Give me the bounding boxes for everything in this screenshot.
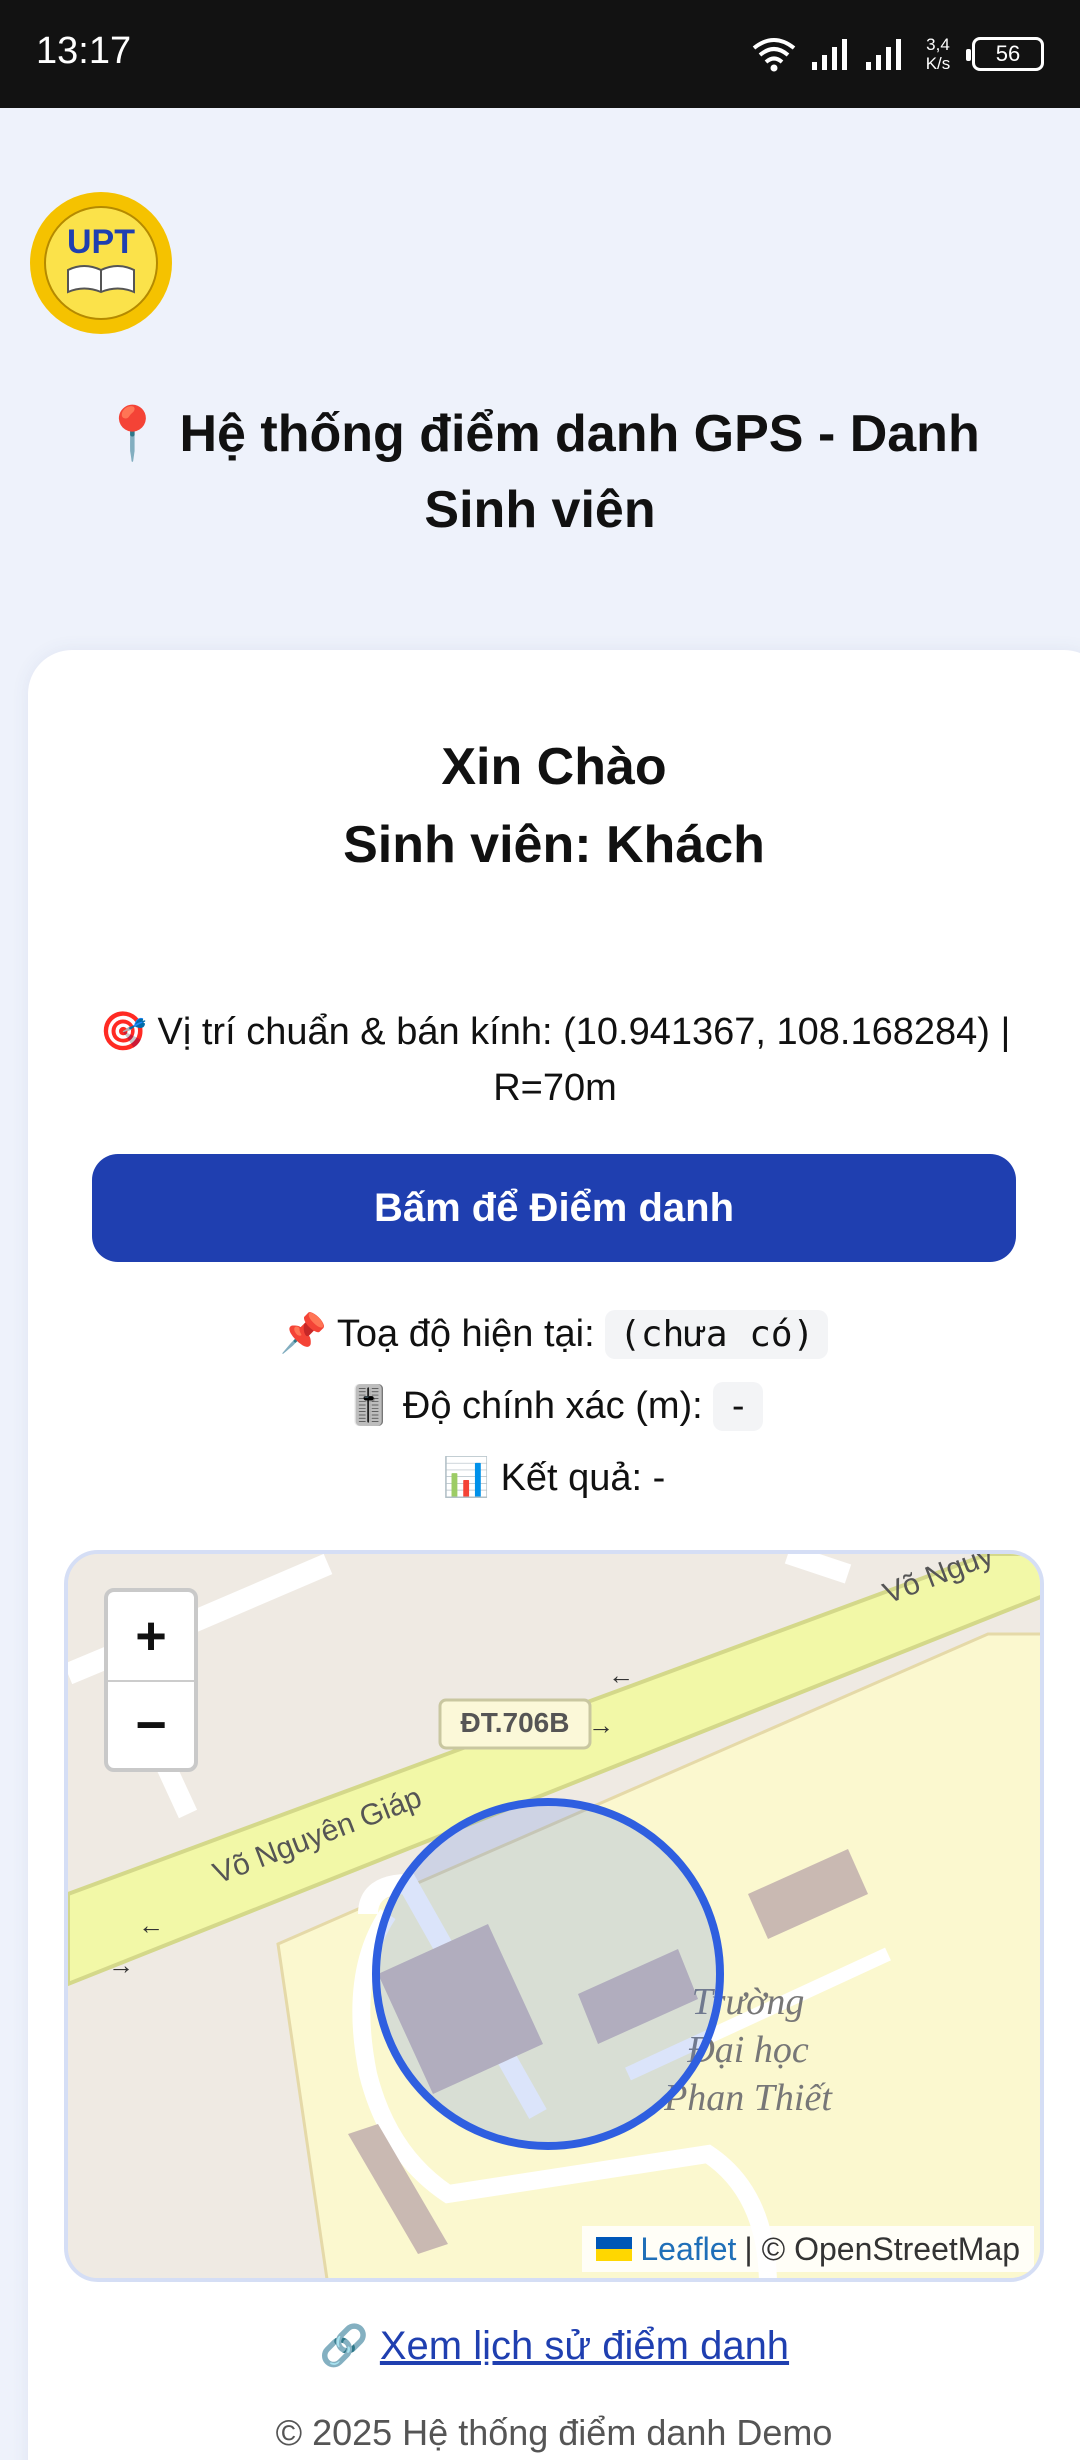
road-badge-label: ĐT.706B bbox=[461, 1707, 570, 1738]
footer: © 2025 Hệ thống điểm danh Demo bbox=[275, 2412, 833, 2453]
target-icon: 🎯 bbox=[99, 1011, 147, 1053]
map-attribution: Leaflet | © OpenStreetMap bbox=[582, 2226, 1034, 2272]
ukraine-flag-icon bbox=[596, 2237, 633, 2261]
university-logo: UPT bbox=[30, 192, 172, 334]
checkin-button[interactable]: Bấm để Điểm danh bbox=[92, 1154, 1016, 1262]
current-coords: 📌 Toạ độ hiện tại: (chưa có) bbox=[28, 1306, 1080, 1363]
accuracy-label: Độ chính xác (m): bbox=[402, 1385, 703, 1427]
road-badge: ĐT.706B bbox=[438, 1698, 592, 1750]
svg-text:←: ← bbox=[138, 1910, 164, 1940]
result: 📊 Kết quả: - bbox=[28, 1450, 1080, 1506]
signal-icon-1 bbox=[812, 39, 847, 70]
page-title: 📍 Hệ thống điểm danh GPS - Danh Sinh viê… bbox=[60, 396, 1020, 548]
svg-text:→: → bbox=[108, 1950, 134, 1980]
history-link[interactable]: Xem lịch sử điểm danh bbox=[380, 2324, 789, 2368]
speed-unit: K/s bbox=[925, 54, 951, 73]
zoom-out-button[interactable]: − bbox=[108, 1680, 194, 1768]
coords-value: (chưa có) bbox=[605, 1310, 829, 1359]
greeting-line-2: Sinh viên: Khách bbox=[343, 816, 765, 874]
history-row: 🔗 Xem lịch sử điểm danh bbox=[28, 2316, 1080, 2376]
page-title-text: Hệ thống điểm danh GPS - Danh Sinh viên bbox=[179, 405, 980, 539]
zoom-in-button[interactable]: + bbox=[108, 1592, 194, 1680]
coords-label: Toạ độ hiện tại: bbox=[336, 1313, 595, 1355]
pin-icon: 📍 bbox=[100, 405, 166, 463]
network-speed: 3,4 K/s bbox=[918, 35, 958, 73]
chart-icon: 📊 bbox=[442, 1457, 490, 1499]
svg-text:←: ← bbox=[608, 1660, 634, 1690]
svg-text:→: → bbox=[588, 1710, 614, 1740]
speed-value: 3,4 bbox=[926, 35, 950, 54]
accuracy: 🎚️ Độ chính xác (m): - bbox=[28, 1378, 1080, 1435]
zoom-control: + − bbox=[104, 1588, 198, 1772]
leaflet-link[interactable]: Leaflet bbox=[640, 2231, 736, 2268]
result-text: Kết quả: - bbox=[500, 1457, 666, 1499]
signal-icon-2 bbox=[866, 39, 901, 70]
geofence-circle[interactable] bbox=[372, 1798, 724, 2150]
wifi-icon bbox=[752, 38, 796, 72]
battery-icon: 56 bbox=[966, 37, 1044, 71]
reference-position: 🎯 Vị trí chuẩn & bán kính: (10.941367, 1… bbox=[40, 1004, 1070, 1116]
battery-level: 56 bbox=[995, 41, 1021, 66]
osm-attribution: | © OpenStreetMap bbox=[744, 2230, 1020, 2267]
accuracy-value: - bbox=[713, 1382, 763, 1431]
slider-icon: 🎚️ bbox=[344, 1385, 393, 1427]
poi-label-3: Phan Thiết bbox=[663, 2077, 833, 2119]
map-tiles[interactable]: ĐT.706B Võ Nguyên Giáp Võ Nguy Trường Đạ… bbox=[68, 1554, 1044, 2282]
status-time: 13:17 bbox=[36, 30, 132, 72]
status-bar: 13:17 3,4 K/s 56 bbox=[0, 0, 1080, 108]
greeting-line-1: Xin Chào bbox=[441, 738, 667, 796]
pushpin-icon: 📌 bbox=[279, 1313, 328, 1355]
greeting: Xin Chào Sinh viên: Khách bbox=[28, 728, 1080, 884]
map[interactable]: ĐT.706B Võ Nguyên Giáp Võ Nguy Trường Đạ… bbox=[64, 1550, 1044, 2282]
status-icons: 3,4 K/s 56 bbox=[752, 28, 1044, 80]
reference-text: Vị trí chuẩn & bán kính: (10.941367, 108… bbox=[157, 1011, 1011, 1109]
link-icon: 🔗 bbox=[318, 2324, 369, 2368]
logo-text: UPT bbox=[67, 223, 135, 261]
